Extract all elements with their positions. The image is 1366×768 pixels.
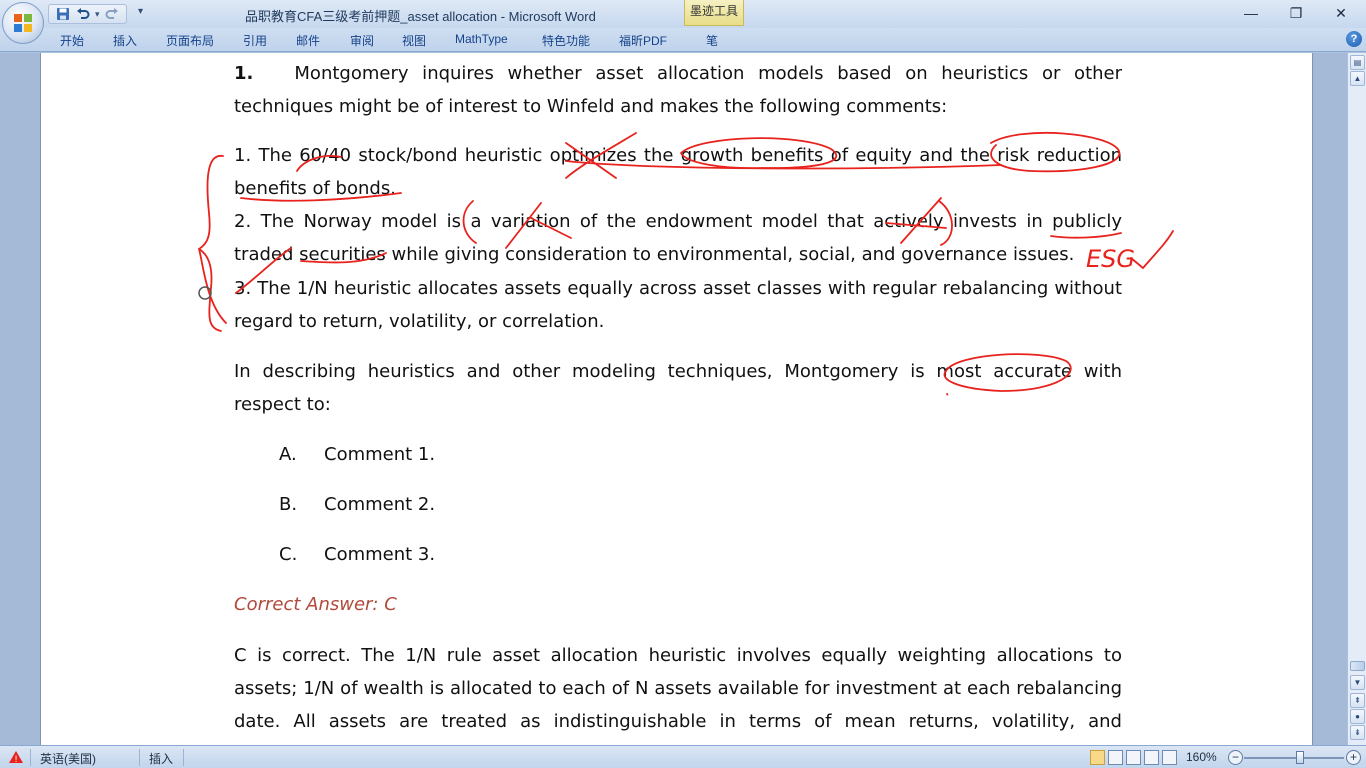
question-stem: In describing heuristics and other model… xyxy=(234,361,1122,415)
zoom-slider[interactable] xyxy=(1244,757,1344,759)
undo-dropdown-icon[interactable]: ▾ xyxy=(95,9,100,20)
outline-view-button[interactable] xyxy=(1144,750,1159,765)
ink-check-esg xyxy=(1130,230,1174,269)
option-a: A. Comment 1. xyxy=(279,440,679,470)
zoom-out-button[interactable]: − xyxy=(1228,750,1243,765)
correct-answer: Correct Answer: C xyxy=(234,594,397,615)
title-bar: ▾ ▾ 品职教育CFA三级考前押题_asset allocation - Mic… xyxy=(0,0,1366,28)
option-text: Comment 2. xyxy=(324,494,436,515)
quick-access-toolbar: ▾ xyxy=(48,4,127,24)
scroll-thumb[interactable] xyxy=(1350,661,1365,671)
ribbon-tab-bar: 开始 插入 页面布局 引用 邮件 审阅 视图 MathType 特色功能 福昕P… xyxy=(0,28,1366,52)
help-icon[interactable]: ? xyxy=(1346,31,1362,47)
tab-home[interactable]: 开始 xyxy=(60,32,84,49)
zoom-in-button[interactable]: + xyxy=(1346,750,1361,765)
vertical-scrollbar[interactable]: ▤ ▲ ▼ ⇞ ● ⇟ xyxy=(1347,53,1366,745)
tab-page-layout[interactable]: 页面布局 xyxy=(166,32,214,49)
tab-special[interactable]: 特色功能 xyxy=(542,32,590,49)
save-icon[interactable] xyxy=(55,6,71,22)
office-logo-icon xyxy=(14,14,32,32)
scroll-down-icon[interactable]: ▼ xyxy=(1350,675,1365,690)
option-c: C. Comment 3. xyxy=(279,540,679,570)
select-browse-object-icon[interactable]: ● xyxy=(1350,709,1365,724)
print-layout-view-button[interactable] xyxy=(1090,750,1105,765)
language-indicator[interactable]: 英语(美国) xyxy=(40,750,96,767)
next-page-icon[interactable]: ⇟ xyxy=(1350,725,1365,740)
ink-brace xyxy=(198,155,227,332)
draft-view-button[interactable] xyxy=(1162,750,1177,765)
web-layout-view-button[interactable] xyxy=(1126,750,1141,765)
minimize-button[interactable]: — xyxy=(1236,3,1266,23)
zoom-level[interactable]: 160% xyxy=(1186,750,1217,764)
comment-2: 2. The Norway model is a variation of th… xyxy=(234,211,1122,265)
tab-references[interactable]: 引用 xyxy=(243,32,267,49)
scroll-up-icon[interactable]: ▲ xyxy=(1350,71,1365,86)
question-intro-text: Montgomery inquires whether asset alloca… xyxy=(234,63,1123,117)
svg-text:!: ! xyxy=(14,755,18,764)
option-letter: A. xyxy=(279,444,297,465)
zoom-slider-thumb[interactable] xyxy=(1296,751,1304,764)
document-page[interactable]: 1. Montgomery inquires whether asset all… xyxy=(40,53,1313,745)
status-bar: ! 英语(美国) 插入 160% − + xyxy=(0,745,1366,768)
close-button[interactable]: ✕ xyxy=(1326,3,1356,23)
office-button[interactable] xyxy=(2,2,44,44)
tab-insert[interactable]: 插入 xyxy=(113,32,137,49)
status-separator xyxy=(183,749,184,766)
proofing-warning-icon[interactable]: ! xyxy=(8,750,24,764)
tab-foxit-pdf[interactable]: 福昕PDF xyxy=(619,32,667,49)
option-letter: B. xyxy=(279,494,298,515)
ruler-toggle-icon[interactable]: ▤ xyxy=(1350,55,1365,70)
pen-cursor-icon xyxy=(198,286,212,300)
option-b: B. Comment 2. xyxy=(279,490,679,520)
customize-toolbar-icon[interactable]: ▾ xyxy=(138,6,143,17)
comment-1: 1. The 60/40 stock/bond heuristic optimi… xyxy=(234,145,1122,199)
explanation: C is correct. The 1/N rule asset allocat… xyxy=(234,645,1122,745)
comment-3: 3. The 1/N heuristic allocates assets eq… xyxy=(234,278,1122,332)
tab-review[interactable]: 审阅 xyxy=(350,32,374,49)
redo-icon[interactable] xyxy=(104,6,120,22)
previous-page-icon[interactable]: ⇞ xyxy=(1350,693,1365,708)
undo-icon[interactable] xyxy=(75,6,91,22)
window-title: 品职教育CFA三级考前押题_asset allocation - Microso… xyxy=(245,9,596,24)
status-separator xyxy=(30,749,31,766)
option-text: Comment 3. xyxy=(324,544,436,565)
tab-view[interactable]: 视图 xyxy=(402,32,426,49)
tab-mailings[interactable]: 邮件 xyxy=(296,32,320,49)
tab-pen[interactable]: 笔 xyxy=(706,32,718,49)
status-separator xyxy=(139,749,140,766)
full-screen-reading-view-button[interactable] xyxy=(1108,750,1123,765)
ink-tools-header: 墨迹工具 xyxy=(684,0,744,26)
question-intro: 1. Montgomery inquires whether asset all… xyxy=(234,57,1122,123)
question-number: 1. xyxy=(234,63,254,84)
tab-mathtype[interactable]: MathType xyxy=(455,32,508,46)
document-area: 1. Montgomery inquires whether asset all… xyxy=(0,53,1347,745)
option-text: Comment 1. xyxy=(324,444,436,465)
restore-button[interactable]: ❐ xyxy=(1281,3,1311,23)
insert-mode-indicator[interactable]: 插入 xyxy=(149,750,173,767)
option-letter: C. xyxy=(279,544,298,565)
